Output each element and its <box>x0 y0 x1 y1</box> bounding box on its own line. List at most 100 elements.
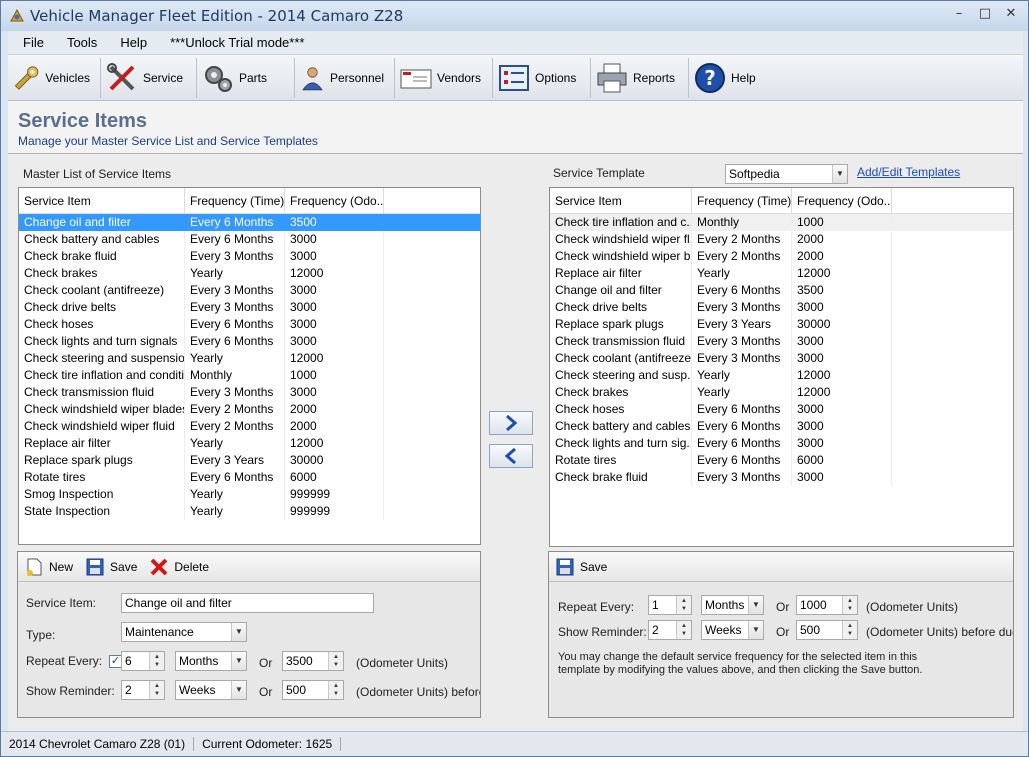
toolbar-vendors-button[interactable]: Vendors <box>395 57 493 98</box>
repeat-odometer-stepper[interactable]: 3500 ▲ ▼ <box>282 651 344 671</box>
column-frequency-odometer[interactable]: Frequency (Odo... <box>792 188 892 214</box>
minimize-button[interactable]: – <box>946 3 972 23</box>
master-service-grid[interactable]: Service Item Frequency (Time) Frequency … <box>18 187 481 545</box>
toolbar-parts-button[interactable]: Parts <box>197 57 295 98</box>
table-row[interactable]: Check drive belts Every 3 Months 3000 <box>550 299 1013 316</box>
chevron-down-icon[interactable]: ▼ <box>231 681 246 699</box>
column-service-item[interactable]: Service Item <box>550 188 692 214</box>
toolbar-reports-button[interactable]: Reports <box>591 57 689 98</box>
table-row[interactable]: Check coolant (antifreeze) Every 3 Months… <box>19 282 480 299</box>
table-row[interactable]: Change oil and filter Every 6 Months 3500 <box>19 214 480 231</box>
table-row[interactable]: Check windshield wiper fluid Every 2 Mont… <box>19 418 480 435</box>
spin-arrows-icon[interactable]: ▲ ▼ <box>328 681 343 699</box>
table-row[interactable]: Check steering and suspension Yearly 12000 <box>19 350 480 367</box>
table-row[interactable]: Replace air filter Yearly 12000 <box>550 265 1013 282</box>
table-row[interactable]: Check coolant (antifreeze) Every 3 Months… <box>550 350 1013 367</box>
table-row[interactable]: Check windshield wiper b... Every 2 Month… <box>550 248 1013 265</box>
column-frequency-time[interactable]: Frequency (Time) <box>185 188 285 214</box>
template-repeat-stepper[interactable]: 1 ▲ ▼ <box>648 595 692 615</box>
chevron-down-icon[interactable]: ▼ <box>832 165 847 183</box>
template-item-editor: Save Repeat Every: 1 ▲ ▼ Months ▼ Or 1000… <box>548 551 1014 718</box>
save-button[interactable]: Save <box>85 557 137 577</box>
table-row[interactable]: Check lights and turn sig... Every 6 Mont… <box>550 435 1013 452</box>
table-row[interactable]: Check hoses Every 6 Months 3000 <box>19 316 480 333</box>
type-select[interactable]: Maintenance ▼ <box>121 622 247 642</box>
table-row[interactable]: Check transmission fluid Every 3 Months 30… <box>550 333 1013 350</box>
toolbar-personnel-button[interactable]: Personnel <box>295 57 395 98</box>
table-row[interactable]: Check battery and cables Every 6 Months 30… <box>19 231 480 248</box>
cell-service-item: Check lights and turn sig... <box>550 435 692 452</box>
template-service-grid[interactable]: Service Item Frequency (Time) Frequency … <box>549 187 1014 547</box>
repeat-unit-select[interactable]: Months ▼ <box>175 651 247 671</box>
car-key-icon <box>14 65 39 90</box>
chevron-down-icon[interactable]: ▼ <box>748 621 763 639</box>
template-repeat-odometer-stepper[interactable]: 1000 ▲ ▼ <box>796 595 858 615</box>
spin-arrows-icon[interactable]: ▲ ▼ <box>328 652 343 670</box>
menu-file[interactable]: File <box>8 35 52 50</box>
spin-arrows-icon[interactable]: ▲ ▼ <box>842 621 857 639</box>
table-row[interactable]: Replace spark plugs Every 3 Years 30000 <box>19 452 480 469</box>
add-edit-templates-link[interactable]: Add/Edit Templates <box>857 165 960 179</box>
table-row[interactable]: State Inspection Yearly 999999 <box>19 503 480 520</box>
cell-frequency-odometer: 3000 <box>285 299 384 316</box>
chevron-down-icon[interactable]: ▼ <box>748 596 763 614</box>
chevron-down-icon[interactable]: ▼ <box>231 652 246 670</box>
column-service-item[interactable]: Service Item <box>19 188 185 214</box>
cell-frequency-time: Every 3 Months <box>692 350 792 367</box>
template-save-button[interactable]: Save <box>555 557 607 577</box>
remove-from-template-button[interactable] <box>489 444 533 468</box>
table-row[interactable]: Check battery and cables Every 6 Months 30… <box>550 418 1013 435</box>
table-row[interactable]: Rotate tires Every 6 Months 6000 <box>550 452 1013 469</box>
template-repeat-unit-select[interactable]: Months ▼ <box>701 595 764 615</box>
menu-tools[interactable]: Tools <box>52 35 105 50</box>
cell-service-item: Check tire inflation and conditi... <box>19 367 185 384</box>
template-reminder-unit-select[interactable]: Weeks ▼ <box>701 620 764 640</box>
reminder-unit-select[interactable]: Weeks ▼ <box>175 680 247 700</box>
table-row[interactable]: Replace air filter Yearly 12000 <box>19 435 480 452</box>
toolbar-vehicles-button[interactable]: Vehicles <box>8 57 101 98</box>
maximize-button[interactable]: □ <box>972 3 998 23</box>
table-row[interactable]: Check steering and susp... Yearly 12000 <box>550 367 1013 384</box>
reminder-odometer-stepper[interactable]: 500 ▲ ▼ <box>282 680 344 700</box>
service-item-input[interactable]: Change oil and filter <box>121 593 374 613</box>
table-row[interactable]: Check drive belts Every 3 Months 3000 <box>19 299 480 316</box>
table-row[interactable]: Check windshield wiper blades Every 2 Mon… <box>19 401 480 418</box>
template-reminder-stepper[interactable]: 2 ▲ ▼ <box>648 620 692 640</box>
toolbar-options-button[interactable]: Options <box>493 57 591 98</box>
spin-arrows-icon[interactable]: ▲ ▼ <box>842 596 857 614</box>
column-frequency-odometer[interactable]: Frequency (Odo... <box>285 188 384 214</box>
repeat-every-stepper[interactable]: 6 ▲ ▼ <box>121 651 165 671</box>
spin-arrows-icon[interactable]: ▲ ▼ <box>676 621 691 639</box>
spin-arrows-icon[interactable]: ▲ ▼ <box>149 681 164 699</box>
cell-frequency-odometer: 2000 <box>285 401 384 418</box>
toolbar-service-button[interactable]: Service <box>101 57 197 98</box>
chevron-down-icon[interactable]: ▼ <box>231 623 246 641</box>
table-row[interactable]: Smog Inspection Yearly 999999 <box>19 486 480 503</box>
spin-arrows-icon[interactable]: ▲ ▼ <box>676 596 691 614</box>
table-row[interactable]: Check brake fluid Every 3 Months 3000 <box>19 248 480 265</box>
template-select[interactable]: Softpedia ▼ <box>725 164 848 184</box>
spin-arrows-icon[interactable]: ▲ ▼ <box>149 652 164 670</box>
menu-help[interactable]: Help <box>105 35 155 50</box>
template-reminder-odometer-stepper[interactable]: 500 ▲ ▼ <box>796 620 858 640</box>
table-row[interactable]: Check hoses Every 6 Months 3000 <box>550 401 1013 418</box>
table-row[interactable]: Check tire inflation and c... Monthly 1000 <box>550 214 1013 231</box>
table-row[interactable]: Check tire inflation and conditi... Month… <box>19 367 480 384</box>
table-row[interactable]: Check brakes Yearly 12000 <box>550 384 1013 401</box>
table-row[interactable]: Replace spark plugs Every 3 Years 30000 <box>550 316 1013 333</box>
new-button[interactable]: New <box>24 557 73 577</box>
toolbar-help-button[interactable]: ? Help <box>689 58 769 98</box>
table-row[interactable]: Check lights and turn signals Every 6 Mon… <box>19 333 480 350</box>
table-row[interactable]: Rotate tires Every 6 Months 6000 <box>19 469 480 486</box>
reminder-stepper[interactable]: 2 ▲ ▼ <box>121 680 165 700</box>
delete-button[interactable]: Delete <box>149 557 209 577</box>
table-row[interactable]: Check windshield wiper fl... Every 2 Mont… <box>550 231 1013 248</box>
table-row[interactable]: Check brakes Yearly 12000 <box>19 265 480 282</box>
add-to-template-button[interactable] <box>489 411 533 435</box>
table-row[interactable]: Check transmission fluid Every 3 Months 30… <box>19 384 480 401</box>
table-row[interactable]: Check brake fluid Every 3 Months 3000 <box>550 469 1013 486</box>
table-row[interactable]: Change oil and filter Every 6 Months 3500 <box>550 282 1013 299</box>
menu-unlock-trial[interactable]: ***Unlock Trial mode*** <box>155 35 312 50</box>
close-button[interactable]: ✕ <box>998 3 1024 23</box>
column-frequency-time[interactable]: Frequency (Time) <box>692 188 792 214</box>
